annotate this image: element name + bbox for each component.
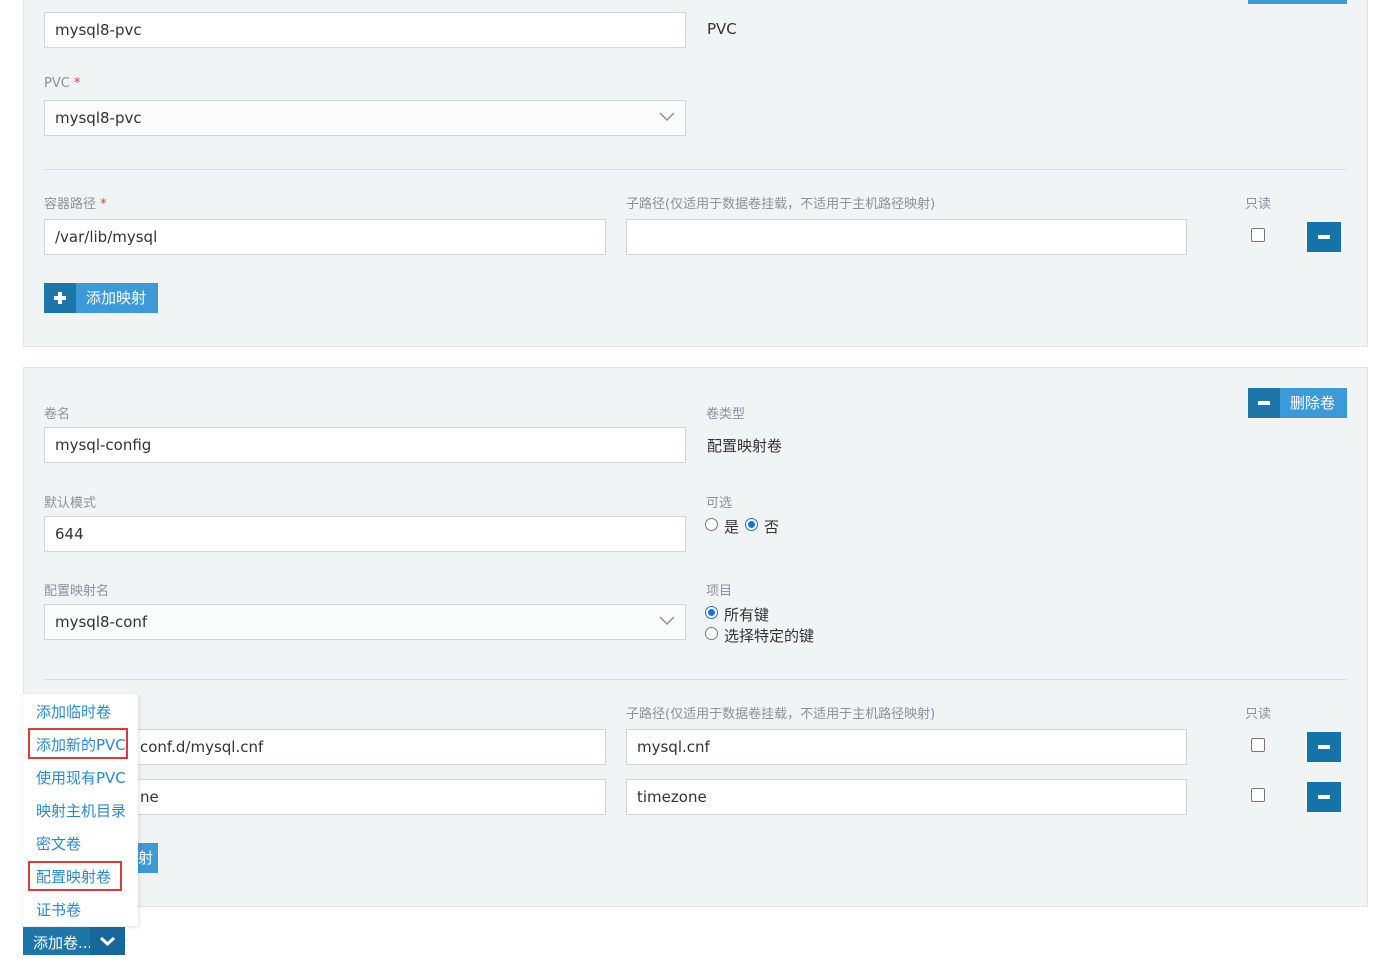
highlight-box: [28, 861, 122, 891]
subpath-label: 子路径(仅适用于数据卷挂载，不适用于主机路径映射): [626, 197, 936, 212]
subpath-label-2: 子路径(仅适用于数据卷挂载，不适用于主机路径映射): [626, 707, 936, 722]
mapping-subpath-input-2[interactable]: timezone: [626, 779, 1187, 815]
pvc-selected-value: mysql8-pvc: [55, 109, 142, 127]
volume-type-label: 卷类型: [706, 407, 746, 422]
delete-volume-button[interactable]: 删除卷: [1248, 388, 1347, 418]
configmap-select[interactable]: mysql8-conf: [44, 604, 686, 640]
mapping-subpath-input-1[interactable]: mysql.cnf: [626, 729, 1187, 765]
readonly-label: 只读: [1245, 197, 1272, 212]
readonly-label-2: 只读: [1245, 707, 1272, 722]
top-right-button-partial[interactable]: [1248, 0, 1347, 4]
items-all-label: 所有键: [724, 606, 770, 624]
add-volume-button[interactable]: 添加卷...: [23, 927, 125, 955]
divider: [44, 679, 1347, 680]
menu-item-secret-volume[interactable]: 密文卷: [36, 833, 81, 854]
container-path-label: 容器路径 *: [44, 197, 107, 212]
default-mode-input[interactable]: 644: [44, 516, 686, 552]
mount-path-input[interactable]: /var/lib/mysql: [44, 219, 606, 255]
menu-item-use-existing-pvc[interactable]: 使用现有PVC: [36, 767, 126, 788]
remove-mapping-button[interactable]: [1307, 222, 1341, 252]
volume-name-label: 卷名: [44, 407, 71, 422]
minus-icon: [1248, 388, 1280, 418]
add-volume-dropdown-toggle[interactable]: [90, 927, 125, 955]
highlight-box: [28, 728, 128, 759]
optional-no-label: 否: [764, 518, 780, 536]
menu-item-map-host-dir[interactable]: 映射主机目录: [36, 800, 126, 821]
remove-mapping-button-2[interactable]: [1307, 782, 1341, 812]
chevron-down-icon: [659, 112, 675, 122]
volume-panel-pvc: [23, 0, 1368, 347]
optional-no-radio[interactable]: [745, 518, 758, 531]
menu-item-add-temp-volume[interactable]: 添加临时卷: [36, 701, 111, 722]
optional-yes-label: 是: [724, 518, 740, 536]
items-specific-radio[interactable]: [705, 627, 718, 640]
add-mapping-button[interactable]: 添加映射: [44, 283, 158, 313]
configmap-name-label: 配置映射名: [44, 584, 110, 599]
chevron-down-icon: [659, 616, 675, 626]
optional-yes-radio[interactable]: [705, 518, 718, 531]
remove-mapping-button-1[interactable]: [1307, 732, 1341, 762]
optional-label: 可选: [706, 496, 733, 511]
mount-subpath-input[interactable]: [626, 219, 1187, 255]
volume-name-input-2[interactable]: mysql-config: [44, 427, 686, 463]
items-specific-label: 选择特定的键: [724, 627, 815, 645]
items-all-radio[interactable]: [705, 606, 718, 619]
volume-type-value: PVC: [707, 20, 737, 38]
items-label: 项目: [706, 584, 733, 599]
volume-name-input[interactable]: mysql8-pvc: [44, 12, 686, 48]
readonly-checkbox[interactable]: [1251, 228, 1265, 242]
chevron-down-icon: [99, 936, 116, 947]
menu-item-cert-volume[interactable]: 证书卷: [36, 899, 81, 920]
default-mode-label: 默认模式: [44, 496, 97, 511]
pvc-label: PVC *: [44, 76, 81, 91]
readonly-checkbox-1[interactable]: [1251, 738, 1265, 752]
divider: [44, 169, 1347, 170]
configmap-selected-value: mysql8-conf: [55, 613, 148, 631]
volume-type-value-2: 配置映射卷: [707, 437, 783, 455]
readonly-checkbox-2[interactable]: [1251, 788, 1265, 802]
pvc-select[interactable]: mysql8-pvc: [44, 100, 686, 136]
plus-icon: [44, 283, 76, 313]
